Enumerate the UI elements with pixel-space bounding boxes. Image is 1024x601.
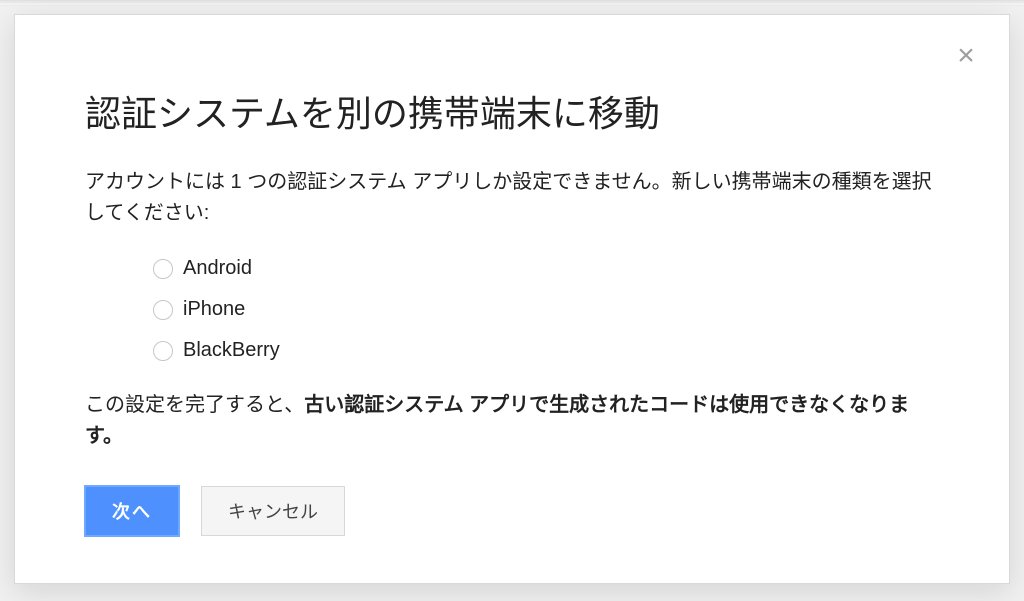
radio-option-blackberry[interactable]: BlackBerry (153, 339, 939, 362)
radio-option-iphone[interactable]: iPhone (153, 298, 939, 321)
device-type-radio-group: Android iPhone BlackBerry (153, 257, 939, 362)
radio-option-android[interactable]: Android (153, 257, 939, 280)
dialog-title: 認証システムを別の携帯端末に移動 (85, 85, 939, 137)
next-button[interactable]: 次へ (85, 486, 179, 536)
cancel-button[interactable]: キャンセル (201, 486, 345, 536)
radio-icon (153, 300, 173, 320)
warning-text: この設定を完了すると、古い認証システム アプリで生成されたコードは使用できなくな… (85, 390, 939, 452)
radio-label: iPhone (183, 298, 245, 321)
dialog-description: アカウントには 1 つの認証システム アプリしか設定できません。新しい携帯端末の… (85, 167, 939, 229)
warning-prefix: この設定を完了すると、 (85, 394, 304, 416)
radio-label: Android (183, 257, 252, 280)
radio-icon (153, 341, 173, 361)
radio-label: BlackBerry (183, 339, 280, 362)
dialog-button-row: 次へ キャンセル (85, 486, 939, 536)
radio-icon (153, 259, 173, 279)
close-icon[interactable]: × (951, 41, 981, 71)
move-authenticator-dialog: × 認証システムを別の携帯端末に移動 アカウントには 1 つの認証システム アプ… (14, 14, 1010, 584)
top-shadow-bar (0, 0, 1024, 6)
